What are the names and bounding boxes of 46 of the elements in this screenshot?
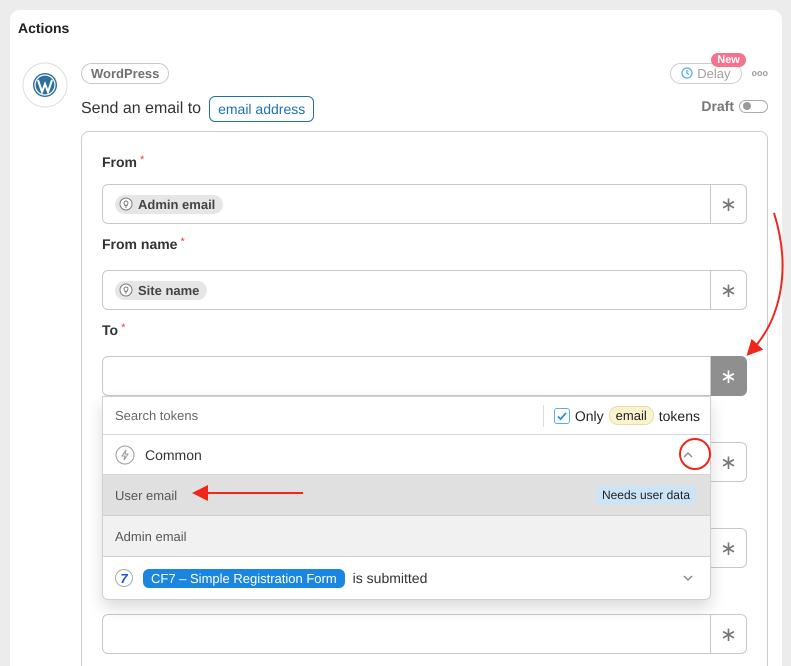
- token-chip[interactable]: Site name: [115, 280, 208, 300]
- group-row[interactable]: 7 CF7 – Simple Registration Form is submitted: [103, 557, 710, 599]
- group-label: is submitted: [352, 570, 428, 586]
- draft-label: Draft: [701, 98, 734, 114]
- required-mark: *: [121, 322, 126, 334]
- clock-icon: [681, 67, 694, 79]
- field-label: From: [102, 154, 137, 170]
- filter-label: tokens: [658, 408, 700, 424]
- required-mark: *: [180, 236, 185, 248]
- field-label: To: [102, 322, 118, 338]
- form-tag: CF7 – Simple Registration Form: [143, 568, 345, 588]
- bolt-icon: [115, 444, 135, 464]
- token-button[interactable]: ∗: [711, 270, 747, 310]
- more-button[interactable]: ooo: [752, 68, 768, 78]
- email-address-chip[interactable]: email address: [209, 96, 314, 122]
- form-logo: 7: [115, 569, 133, 587]
- wordpress-icon: [22, 62, 68, 108]
- group-label: Common: [145, 446, 202, 462]
- highlight-circle: [679, 438, 711, 470]
- bulb-icon: [119, 197, 133, 211]
- input-field[interactable]: [102, 356, 711, 396]
- input-field[interactable]: [102, 614, 711, 654]
- draft-toggle[interactable]: [739, 100, 768, 112]
- input-field[interactable]: Admin email: [102, 184, 711, 224]
- email-tag: email: [608, 406, 654, 425]
- filter-label: Only: [574, 408, 604, 424]
- integration-tag: WordPress: [81, 62, 170, 84]
- token-item[interactable]: Admin email: [103, 516, 710, 557]
- input-field[interactable]: Site name: [102, 270, 711, 310]
- item-label: User email: [115, 488, 178, 502]
- field-label: From name: [102, 236, 178, 252]
- section-title: Actions: [18, 20, 70, 38]
- token-chip[interactable]: Admin email: [115, 194, 224, 214]
- token-button[interactable]: ∗: [711, 528, 747, 568]
- checkbox[interactable]: [554, 408, 570, 424]
- token-item[interactable]: User email Needs user data: [103, 475, 710, 516]
- needs-data-badge: Needs user data: [596, 486, 696, 504]
- bulb-icon: [119, 283, 133, 297]
- token-button[interactable]: ∗: [711, 356, 747, 396]
- action-sentence: Send an email to: [81, 100, 202, 118]
- token-button[interactable]: ∗: [711, 442, 747, 482]
- required-mark: *: [140, 154, 144, 166]
- token-button[interactable]: ∗: [711, 614, 747, 654]
- new-badge: New: [711, 52, 746, 66]
- check-icon: [556, 410, 568, 422]
- token-button[interactable]: ∗: [711, 184, 747, 224]
